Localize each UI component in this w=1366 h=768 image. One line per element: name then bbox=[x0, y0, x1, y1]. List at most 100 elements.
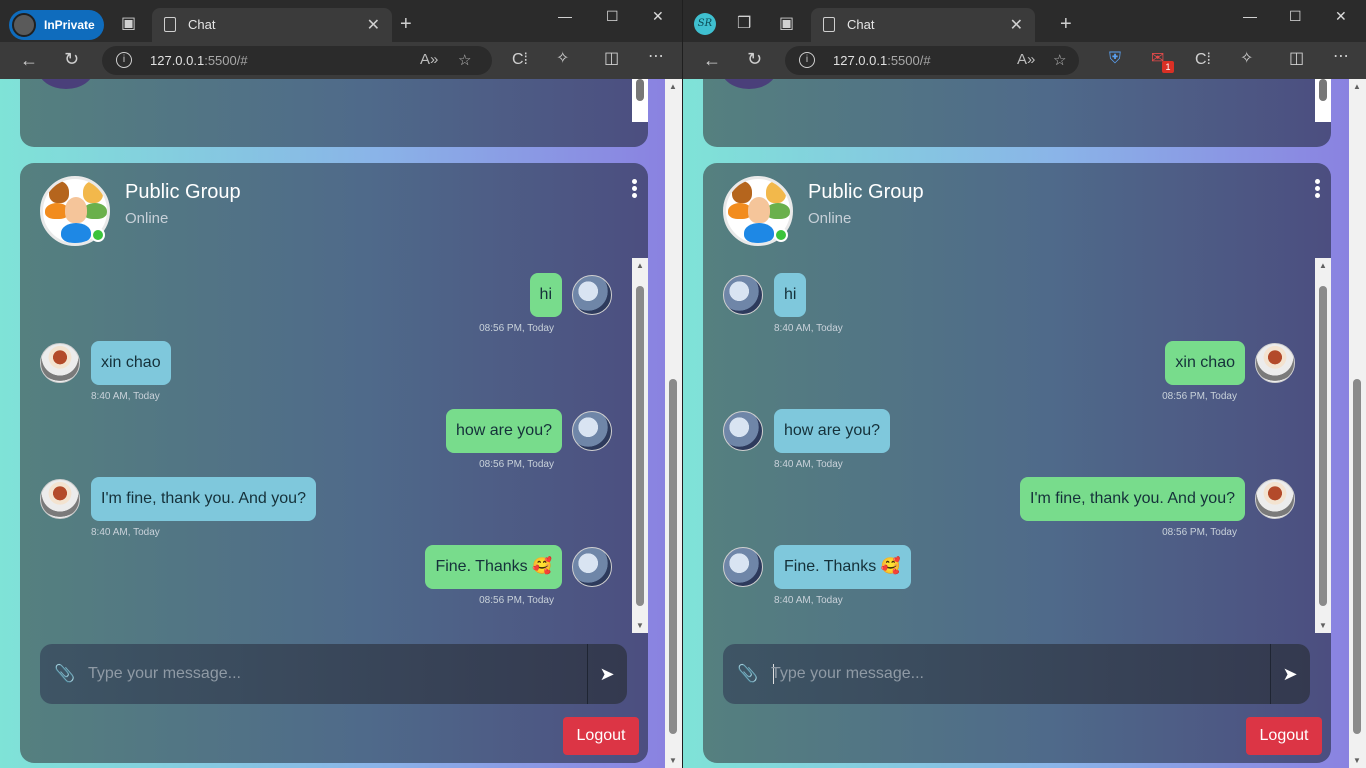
tab-strip: InPrivate ▣ Chat ✕ + — ☐ ✕ bbox=[0, 0, 682, 42]
message-scrollbar[interactable]: ▲ ▼ bbox=[632, 258, 648, 633]
url-text: 127.0.0.1:5500/# bbox=[150, 53, 248, 68]
message-bubble: I'm fine, thank you. And you? bbox=[1020, 477, 1245, 521]
message-row: how are you? 08:56 PM, Today bbox=[20, 409, 628, 470]
close-tab-icon[interactable]: ✕ bbox=[1010, 15, 1023, 35]
tab-chat[interactable]: Chat ✕ bbox=[811, 8, 1035, 42]
page-scrollbar[interactable]: ▲ ▼ bbox=[665, 79, 682, 768]
sender-avatar bbox=[723, 275, 763, 315]
message-input[interactable] bbox=[88, 654, 568, 694]
kebab-menu-icon[interactable] bbox=[1313, 179, 1321, 200]
split-screen-icon[interactable]: ◫ bbox=[1289, 51, 1304, 67]
new-tab-icon[interactable]: + bbox=[400, 14, 412, 34]
message-scrollbar[interactable]: ▲ ▼ bbox=[1315, 258, 1331, 633]
profile-avatar[interactable]: SR bbox=[694, 13, 716, 35]
read-aloud-icon[interactable]: A» bbox=[1017, 51, 1035, 68]
message-row: xin chao 8:40 AM, Today bbox=[20, 341, 628, 402]
message-timestamp: 8:40 AM, Today bbox=[774, 323, 843, 334]
previous-avatar bbox=[38, 79, 94, 89]
back-icon[interactable]: ← bbox=[703, 51, 721, 69]
site-info-icon[interactable]: i bbox=[799, 52, 815, 68]
extensions-puzzle-icon[interactable]: ✧ bbox=[556, 51, 569, 67]
message-list[interactable]: ▲ ▼ hi 08:56 PM, Today xin chao 8:40 AM, To… bbox=[20, 258, 648, 633]
browser-window-profile: SR ❒ ▣ Chat ✕ + — ☐ ✕ ← ↻ i 127.0.0.1:55… bbox=[683, 0, 1366, 768]
message-input[interactable] bbox=[771, 654, 1251, 694]
mail-badge: 1 bbox=[1162, 61, 1174, 73]
site-info-icon[interactable]: i bbox=[116, 52, 132, 68]
logout-button[interactable]: Logout bbox=[1246, 717, 1322, 755]
back-icon[interactable]: ← bbox=[20, 51, 38, 69]
previous-scrollbar[interactable] bbox=[1315, 79, 1331, 122]
sender-avatar bbox=[40, 479, 80, 519]
split-screen-icon[interactable]: ◫ bbox=[604, 51, 619, 67]
address-bar[interactable]: i 127.0.0.1:5500/# A» ☆ bbox=[102, 46, 492, 75]
group-name: Public Group bbox=[808, 181, 924, 203]
url-text: 127.0.0.1:5500/# bbox=[833, 53, 931, 68]
close-window-icon[interactable]: ✕ bbox=[1335, 8, 1347, 25]
refresh-icon[interactable]: ↻ bbox=[64, 50, 79, 68]
attach-icon[interactable]: 📎 bbox=[737, 664, 758, 684]
close-window-icon[interactable]: ✕ bbox=[652, 8, 664, 25]
sender-avatar bbox=[723, 411, 763, 451]
message-timestamp: 08:56 PM, Today bbox=[1162, 391, 1237, 402]
previous-scrollbar[interactable] bbox=[632, 79, 648, 122]
maximize-icon[interactable]: ☐ bbox=[606, 8, 619, 25]
sender-avatar bbox=[572, 275, 612, 315]
more-menu-icon[interactable]: ⋯ bbox=[1333, 49, 1349, 65]
favorite-star-icon[interactable]: ☆ bbox=[1053, 51, 1066, 69]
online-status-dot bbox=[91, 228, 105, 242]
workspaces-icon[interactable]: ❒ bbox=[737, 16, 751, 32]
message-bubble: hi bbox=[529, 273, 562, 317]
online-status-dot bbox=[774, 228, 788, 242]
message-bubble: I'm fine, thank you. And you? bbox=[91, 477, 316, 521]
inprivate-badge[interactable]: InPrivate bbox=[9, 10, 104, 40]
toolbar: ← ↻ i 127.0.0.1:5500/# A» ☆ ⛨ ✉ 1 C⁞ ✧ ◫… bbox=[683, 42, 1366, 79]
send-icon[interactable]: ➤ bbox=[587, 644, 627, 704]
message-timestamp: 08:56 PM, Today bbox=[479, 459, 554, 470]
message-row: how are you? 8:40 AM, Today bbox=[703, 409, 1311, 470]
message-bubble: xin chao bbox=[1165, 341, 1245, 385]
message-row: Fine. Thanks 🥰 08:56 PM, Today bbox=[20, 545, 628, 606]
maximize-icon[interactable]: ☐ bbox=[1289, 8, 1302, 25]
message-timestamp: 8:40 AM, Today bbox=[774, 459, 843, 470]
page-icon bbox=[823, 17, 835, 32]
tab-actions-icon[interactable]: ▣ bbox=[121, 16, 136, 32]
send-icon[interactable]: ➤ bbox=[1270, 644, 1310, 704]
tab-actions-icon[interactable]: ▣ bbox=[779, 16, 794, 32]
sender-avatar bbox=[572, 547, 612, 587]
new-tab-icon[interactable]: + bbox=[1060, 14, 1072, 34]
profile-avatar-icon bbox=[12, 13, 36, 37]
logout-button[interactable]: Logout bbox=[563, 717, 639, 755]
sender-avatar bbox=[572, 411, 612, 451]
message-timestamp: 8:40 AM, Today bbox=[91, 391, 160, 402]
sender-avatar bbox=[723, 547, 763, 587]
sender-avatar bbox=[40, 343, 80, 383]
toolbar: ← ↻ i 127.0.0.1:5500/# A» ☆ C⁞ ✧ ◫ ⋯ bbox=[0, 42, 682, 79]
message-timestamp: 08:56 PM, Today bbox=[479, 323, 554, 334]
sender-avatar bbox=[1255, 343, 1295, 383]
previous-chat-card bbox=[703, 79, 1331, 147]
close-tab-icon[interactable]: ✕ bbox=[367, 15, 380, 35]
message-timestamp: 08:56 PM, Today bbox=[479, 595, 554, 606]
favorite-star-icon[interactable]: ☆ bbox=[458, 51, 471, 69]
extension-c-icon[interactable]: C⁞ bbox=[512, 52, 528, 68]
address-bar[interactable]: i 127.0.0.1:5500/# A» ☆ bbox=[785, 46, 1079, 75]
minimize-icon[interactable]: — bbox=[1243, 8, 1257, 24]
extensions-puzzle-icon[interactable]: ✧ bbox=[1240, 51, 1253, 67]
extension-c-icon[interactable]: C⁞ bbox=[1195, 52, 1211, 68]
minimize-icon[interactable]: — bbox=[558, 8, 572, 24]
kebab-menu-icon[interactable] bbox=[630, 179, 638, 200]
message-list[interactable]: ▲ ▼ hi 8:40 AM, Today xin chao 08:56 PM, To… bbox=[703, 258, 1331, 633]
group-name: Public Group bbox=[125, 181, 241, 203]
shield-extension-icon[interactable]: ⛨ bbox=[1109, 51, 1121, 67]
message-bubble: hi bbox=[774, 273, 807, 317]
more-menu-icon[interactable]: ⋯ bbox=[648, 49, 664, 65]
message-composer: 📎 ➤ bbox=[40, 644, 627, 704]
tab-chat[interactable]: Chat ✕ bbox=[152, 8, 392, 42]
read-aloud-icon[interactable]: A» bbox=[420, 51, 438, 68]
sender-avatar bbox=[1255, 479, 1295, 519]
tab-title: Chat bbox=[188, 17, 216, 32]
previous-chat-card bbox=[20, 79, 648, 147]
attach-icon[interactable]: 📎 bbox=[54, 664, 75, 684]
refresh-icon[interactable]: ↻ bbox=[747, 50, 762, 68]
page-scrollbar[interactable]: ▲ ▼ bbox=[1349, 79, 1366, 768]
